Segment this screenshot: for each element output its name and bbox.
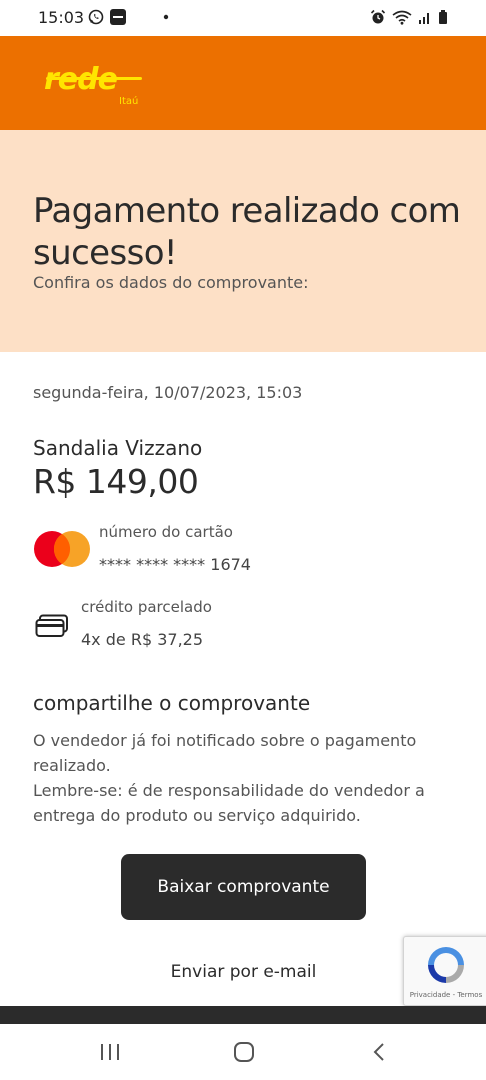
mastercard-icon [34, 531, 90, 567]
notification-icons [88, 9, 172, 25]
svg-text:Itaú: Itaú [119, 95, 138, 106]
share-text-content: O vendedor já foi notificado sobre o pag… [33, 731, 425, 825]
system-navigation-bar [0, 1024, 486, 1080]
battery-icon [439, 10, 447, 24]
installments-value: 4x de R$ 37,25 [81, 630, 204, 649]
signal-icon [419, 13, 429, 24]
wifi-icon [392, 10, 412, 25]
page-title: Pagamento realizado com sucesso! [33, 191, 461, 273]
alarm-icon [370, 9, 386, 24]
rede-itau-logo: rede Itaú [44, 62, 144, 110]
status-bar: 15:03 [0, 0, 486, 36]
transaction-date: segunda-feira, 10/07/2023, 15:03 [33, 383, 303, 402]
recaptcha-icon [428, 947, 464, 983]
success-banner: Pagamento realizado com sucesso! Confira… [0, 130, 486, 352]
rede-logo-icon: rede Itaú [44, 62, 142, 107]
recaptcha-links[interactable]: Privacidade - Termos [404, 991, 486, 999]
transaction-amount: R$ 149,00 [33, 462, 199, 501]
whatsapp-icon [88, 9, 104, 25]
recent-apps-icon[interactable] [96, 1040, 124, 1064]
recaptcha-badge[interactable]: Privacidade - Termos [403, 936, 486, 1006]
payment-type-label: crédito parcelado [81, 598, 212, 616]
credit-card-icon [35, 614, 68, 637]
merchant-name: Sandalia Vizzano [33, 436, 203, 460]
share-section-text: O vendedor já foi notificado sobre o pag… [33, 728, 458, 828]
home-icon[interactable] [230, 1040, 258, 1064]
page-subtitle: Confira os dados do comprovante: [33, 273, 309, 292]
back-icon[interactable] [366, 1040, 394, 1064]
download-receipt-button[interactable]: Baixar comprovante [121, 854, 366, 920]
footer-bar [0, 1006, 486, 1024]
card-number-label: número do cartão [99, 523, 233, 541]
card-number-value: **** **** **** 1674 [99, 555, 251, 574]
app-header: rede Itaú [0, 36, 486, 130]
send-email-button[interactable]: Enviar por e-mail [121, 952, 366, 992]
status-time: 15:03 [38, 8, 85, 27]
system-icons [370, 9, 448, 25]
dot-icon [163, 14, 169, 20]
inter-app-icon [110, 9, 126, 25]
share-section-title: compartilhe o comprovante [33, 691, 311, 715]
